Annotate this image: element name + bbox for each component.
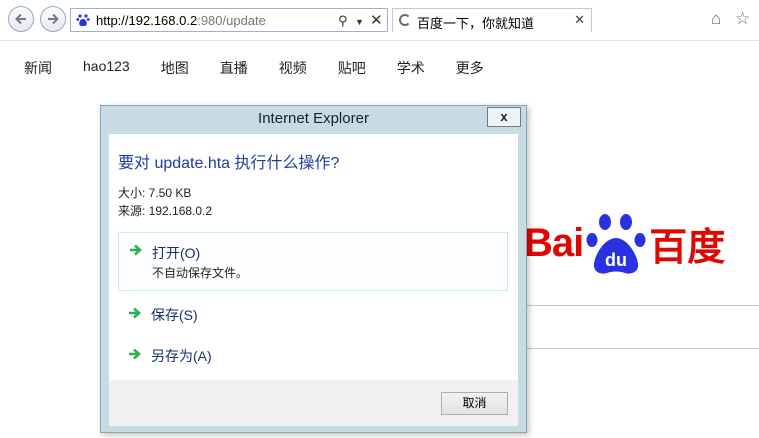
nav-link-video[interactable]: 视频 (279, 58, 307, 78)
search-box-bottom-border (524, 348, 759, 349)
save-as-option[interactable]: 另存为(A) (118, 339, 508, 369)
nav-link-hao123[interactable]: hao123 (83, 58, 130, 78)
logo-text-bai: Bai (524, 220, 584, 265)
nav-link-map[interactable]: 地图 (161, 58, 189, 78)
nav-link-news[interactable]: 新闻 (24, 58, 52, 78)
baidu-paw-icon: du (586, 214, 646, 274)
search-icon[interactable]: ⚲ (338, 13, 348, 29)
back-arrow-icon (15, 13, 26, 25)
green-arrow-icon (129, 307, 141, 319)
forward-button[interactable] (40, 6, 66, 32)
nav-link-live[interactable]: 直播 (220, 58, 248, 78)
dialog-footer: 取消 (109, 380, 518, 426)
dialog-question: 要对 update.hta 执行什么操作? (118, 155, 340, 172)
favorites-star-icon[interactable]: ☆ (735, 9, 750, 29)
search-box-top-border (524, 305, 759, 306)
dialog-title: Internet Explorer (258, 110, 369, 127)
nav-link-more[interactable]: 更多 (456, 58, 484, 78)
svg-text:du: du (605, 250, 627, 270)
tab-close-icon[interactable]: ✕ (574, 12, 585, 28)
nav-link-tieba[interactable]: 贴吧 (338, 58, 366, 78)
logo-text-baidu-cn: 百度 (649, 226, 726, 269)
dialog-body: 要对 update.hta 执行什么操作? 大小: 7.50 KB 来源: 19… (109, 134, 518, 380)
address-bar[interactable]: http://192.168.0.2:980/update ⚲ ▼ ✕ (70, 8, 388, 32)
back-button[interactable] (8, 6, 34, 32)
forward-arrow-icon (48, 13, 59, 25)
save-as-label: 另存为(A) (151, 348, 212, 364)
stop-icon[interactable]: ✕ (370, 11, 383, 29)
baidu-top-nav: 新闻 hao123 地图 直播 视频 贴吧 学术 更多 (24, 58, 515, 78)
download-dialog: Internet Explorer x 要对 update.hta 执行什么操作… (100, 105, 527, 433)
nav-link-academic[interactable]: 学术 (397, 58, 425, 78)
address-url: http://192.168.0.2:980/update (96, 13, 266, 28)
home-icon[interactable]: ⌂ (711, 9, 721, 29)
open-option[interactable]: 打开(O) 不自动保存文件。 (118, 232, 508, 291)
dialog-close-button[interactable]: x (487, 107, 521, 127)
open-label: 打开(O) (152, 245, 201, 261)
open-sublabel: 不自动保存文件。 (152, 266, 249, 280)
browser-toolbar: http://192.168.0.2:980/update ⚲ ▼ ✕ 百度一下… (0, 0, 759, 41)
save-option[interactable]: 保存(S) (118, 298, 508, 328)
file-source: 来源: 192.168.0.2 (118, 204, 213, 218)
save-label: 保存(S) (151, 307, 198, 323)
file-size: 大小: 7.50 KB (118, 186, 192, 200)
tab-title: 百度一下，你就知道 (417, 16, 535, 31)
dropdown-arrow-icon[interactable]: ▼ (355, 17, 364, 27)
baidu-favicon-icon (76, 14, 90, 27)
loading-spinner-icon (399, 14, 411, 26)
baidu-logo: Bai du 百度 (524, 208, 725, 278)
tab-baidu[interactable]: 百度一下，你就知道 ✕ (392, 8, 592, 32)
green-arrow-icon (130, 244, 142, 256)
green-arrow-icon (129, 348, 141, 360)
cancel-button[interactable]: 取消 (441, 392, 508, 415)
